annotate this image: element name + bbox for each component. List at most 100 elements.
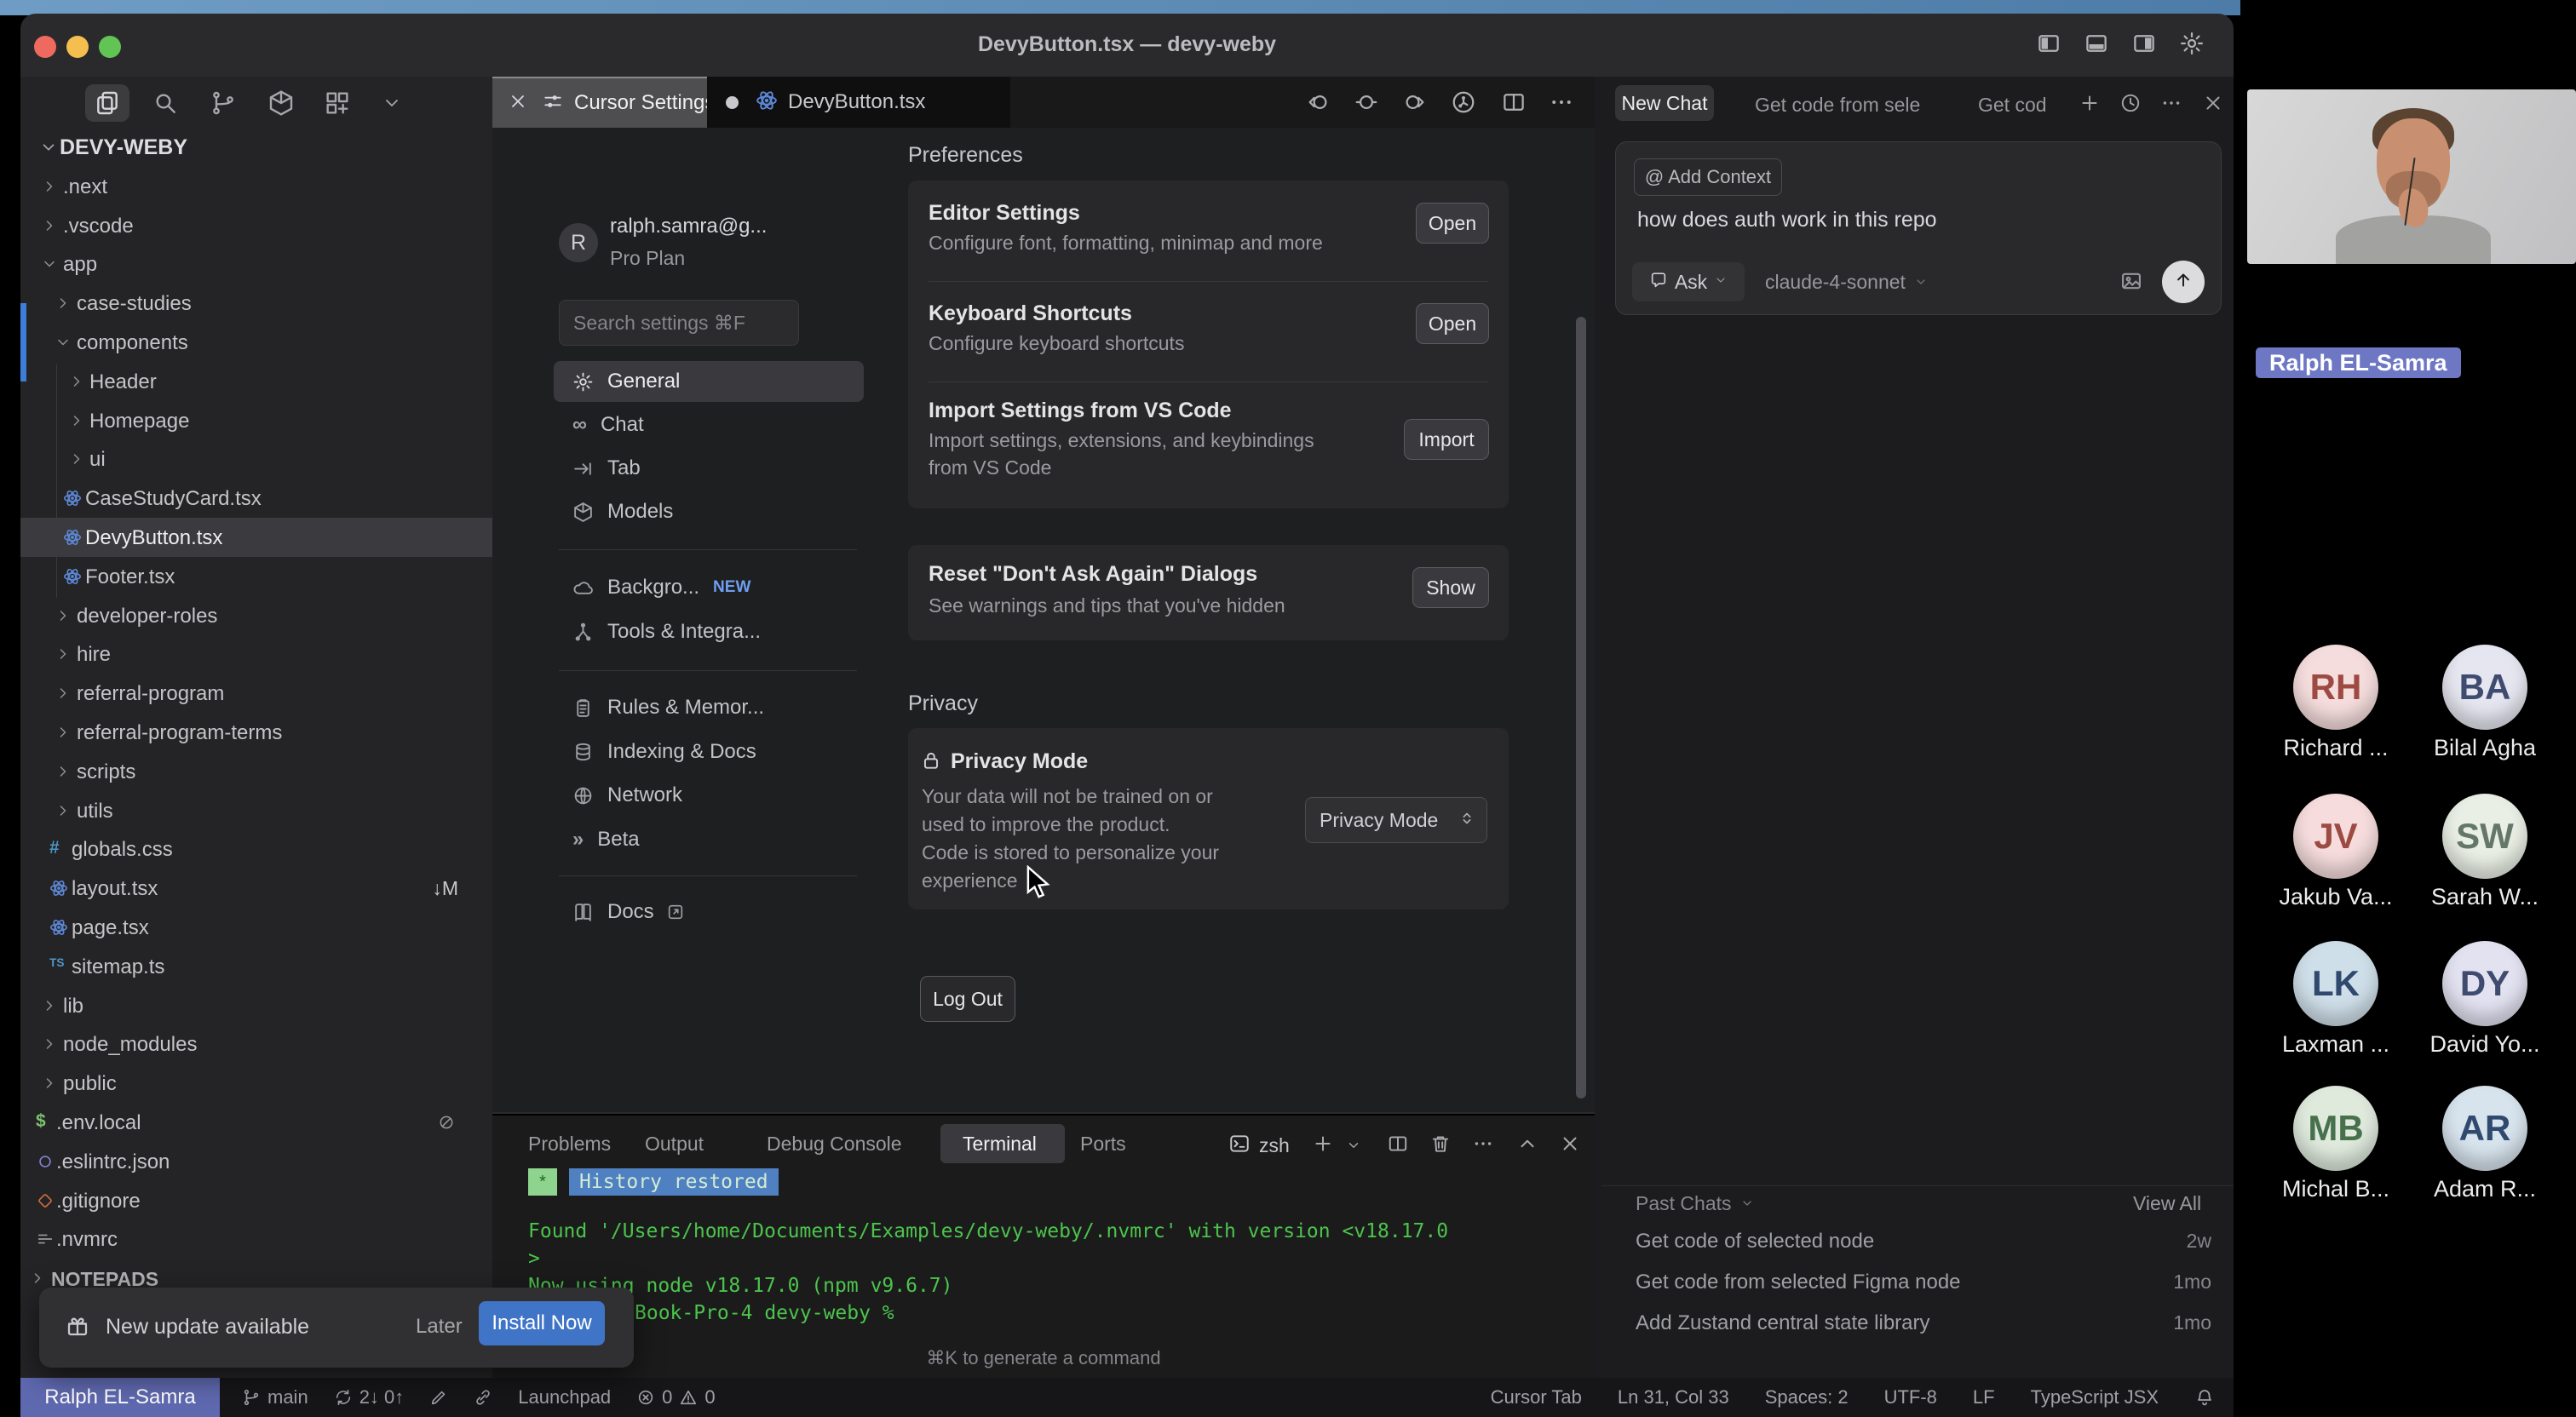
cube-icon[interactable] xyxy=(267,89,295,117)
tree-row[interactable]: ui xyxy=(20,439,492,479)
split-icon[interactable] xyxy=(1387,1133,1409,1155)
tree-row[interactable]: Header xyxy=(20,362,492,401)
show-button[interactable]: Show xyxy=(1412,567,1489,608)
status-spaces-2[interactable]: Spaces: 2 xyxy=(1765,1386,1849,1408)
traffic-light-minimize[interactable] xyxy=(66,36,89,58)
open-button[interactable]: Open xyxy=(1416,203,1489,244)
past-chat-item[interactable]: Get code from selected Figma node1mo xyxy=(1636,1271,2211,1301)
tree-row[interactable]: .gitignore xyxy=(20,1181,492,1220)
view-all-link[interactable]: View All xyxy=(2133,1192,2201,1215)
settings-scrollbar[interactable] xyxy=(1576,317,1586,1099)
terminal-tab-debug-console[interactable]: Debug Console xyxy=(767,1133,902,1156)
tree-row[interactable]: layout.tsx↓M xyxy=(20,869,492,908)
tree-row[interactable]: developer-roles xyxy=(20,596,492,635)
status-lf[interactable]: LF xyxy=(1973,1386,1995,1408)
chat-input-text[interactable]: how does auth work in this repo xyxy=(1637,208,1937,232)
nav-circle-icon[interactable] xyxy=(1354,89,1379,115)
tree-root[interactable]: DEVY-WEBY xyxy=(20,128,492,167)
tree-row[interactable]: Footer.tsx xyxy=(20,557,492,596)
tree-row[interactable]: hire xyxy=(20,634,492,674)
terminal-tab-problems[interactable]: Problems xyxy=(528,1133,611,1156)
traffic-light-close[interactable] xyxy=(34,36,56,58)
chat-tab-get-code[interactable]: Get cod xyxy=(1978,94,2060,117)
chevron-down-icon[interactable] xyxy=(382,93,402,113)
tree-row[interactable]: components xyxy=(20,323,492,362)
settings-nav-chat[interactable]: ∞Chat xyxy=(554,404,864,445)
settings-nav-general[interactable]: General xyxy=(554,361,864,402)
branch-icon[interactable] xyxy=(210,89,237,117)
settings-nav-network[interactable]: Network xyxy=(554,775,864,816)
chat-tab-get-code-selected[interactable]: Get code from sele xyxy=(1755,94,1952,117)
tree-row[interactable]: utils xyxy=(20,791,492,830)
tree-row[interactable]: scripts xyxy=(20,752,492,791)
plus-icon[interactable] xyxy=(1312,1133,1334,1155)
tree-row[interactable]: page.tsx xyxy=(20,908,492,947)
sync-indicator[interactable]: 2↓ 0↑ xyxy=(334,1386,405,1408)
privacy-mode-dropdown[interactable]: Privacy Mode xyxy=(1305,797,1487,843)
clock-icon[interactable] xyxy=(2119,92,2142,114)
problems-indicator[interactable]: 00 xyxy=(636,1386,716,1408)
tree-row[interactable]: CaseStudyCard.tsx xyxy=(20,479,492,518)
tree-row[interactable]: .eslintrc.json xyxy=(20,1142,492,1181)
nav-back-icon[interactable] xyxy=(1305,89,1331,115)
link-indicator[interactable] xyxy=(474,1388,492,1407)
tree-row[interactable]: public xyxy=(20,1064,492,1103)
trash-icon[interactable] xyxy=(1429,1133,1452,1155)
plus-icon[interactable] xyxy=(2079,92,2101,114)
model-selector[interactable]: claude-4-sonnet xyxy=(1765,271,1928,294)
tree-row[interactable]: DevyButton.tsx xyxy=(20,518,492,557)
terminal-tab-ports[interactable]: Ports xyxy=(1080,1133,1126,1156)
notifications-bell[interactable] xyxy=(2194,1387,2215,1408)
close-icon[interactable] xyxy=(508,91,528,112)
chevron-down-sm-icon[interactable] xyxy=(1346,1138,1361,1153)
settings-nav-backgro-[interactable]: Backgro...NEW xyxy=(554,567,864,608)
settings-nav-tools-integra-[interactable]: Tools & Integra... xyxy=(554,611,864,652)
past-chat-item[interactable]: Add Zustand central state library1mo xyxy=(1636,1311,2211,1342)
traffic-light-zoom[interactable] xyxy=(99,36,121,58)
tree-row[interactable]: lib xyxy=(20,986,492,1025)
tree-row[interactable]: node_modules xyxy=(20,1024,492,1064)
history-circle-icon[interactable] xyxy=(1451,89,1476,115)
past-chat-item[interactable]: Get code of selected node2w xyxy=(1636,1230,2211,1260)
settings-nav-rules-memor-[interactable]: Rules & Memor... xyxy=(554,687,864,728)
settings-nav-models[interactable]: Models xyxy=(554,491,864,532)
tree-row[interactable]: #globals.css xyxy=(20,829,492,869)
tree-row[interactable]: app xyxy=(20,244,492,284)
tree-row[interactable]: .next xyxy=(20,167,492,206)
settings-nav-beta[interactable]: »Beta xyxy=(554,819,864,860)
settings-nav-docs[interactable]: Docs xyxy=(554,892,864,932)
settings-search-input[interactable]: Search settings ⌘F xyxy=(559,300,799,346)
search-icon[interactable] xyxy=(152,89,179,117)
status-ln-31-col-33[interactable]: Ln 31, Col 33 xyxy=(1618,1386,1729,1408)
chat-tab-new-chat[interactable]: New Chat xyxy=(1615,85,1714,121)
status-typescript-jsx[interactable]: TypeScript JSX xyxy=(2031,1386,2159,1408)
terminal-tab-terminal[interactable]: Terminal xyxy=(963,1133,1037,1156)
tree-row[interactable]: .vscode xyxy=(20,206,492,245)
layout-bottom-icon[interactable] xyxy=(2084,31,2109,56)
dots-icon[interactable] xyxy=(1549,89,1574,115)
tree-row[interactable]: $.env.local xyxy=(20,1103,492,1142)
install-now-button[interactable]: Install Now xyxy=(479,1301,605,1345)
settings-nav-tab[interactable]: Tab xyxy=(554,448,864,489)
open-button[interactable]: Open xyxy=(1416,303,1489,344)
status-utf-8[interactable]: UTF-8 xyxy=(1884,1386,1937,1408)
status-cursor-tab[interactable]: Cursor Tab xyxy=(1491,1386,1582,1408)
dots-icon[interactable] xyxy=(1472,1133,1494,1155)
launchpad-indicator[interactable]: Launchpad xyxy=(518,1386,611,1408)
close-icon[interactable] xyxy=(2202,92,2224,114)
edit-indicator[interactable] xyxy=(429,1388,448,1407)
tree-row[interactable]: case-studies xyxy=(20,284,492,323)
terminal-tab-output[interactable]: Output xyxy=(645,1133,704,1156)
tree-row[interactable]: TSsitemap.ts xyxy=(20,947,492,986)
layout-left-icon[interactable] xyxy=(2036,31,2061,56)
gear-icon[interactable] xyxy=(2179,31,2205,56)
import-button[interactable]: Import xyxy=(1404,419,1489,460)
settings-nav-indexing-docs[interactable]: Indexing & Docs xyxy=(554,731,864,772)
send-button[interactable] xyxy=(2162,261,2205,303)
logout-button[interactable]: Log Out xyxy=(920,976,1015,1022)
ask-mode-dropdown[interactable]: Ask xyxy=(1632,262,1745,301)
tree-row[interactable]: Homepage xyxy=(20,401,492,440)
branch-indicator[interactable]: main xyxy=(242,1386,308,1408)
tree-row[interactable]: referral-program xyxy=(20,674,492,713)
tab-cursor-settings[interactable]: Cursor Settings xyxy=(492,77,707,128)
